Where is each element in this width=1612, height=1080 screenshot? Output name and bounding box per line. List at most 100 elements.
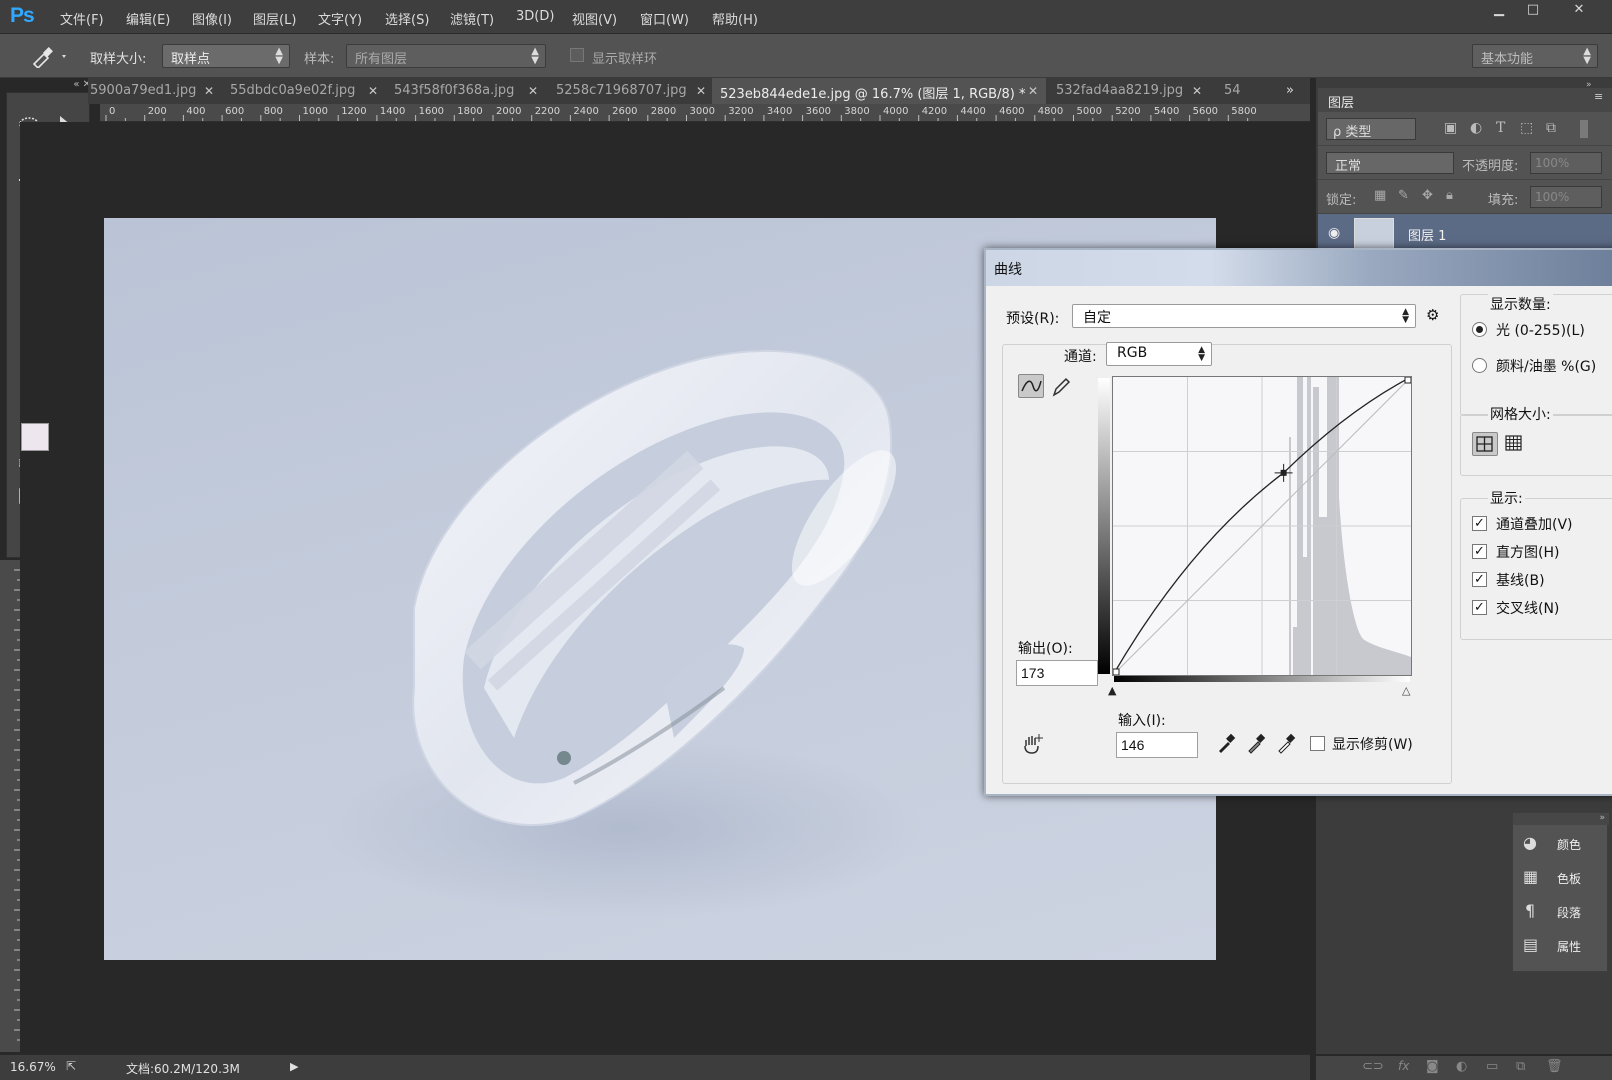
type-filter-icon[interactable]: T [1496,120,1505,136]
panel-menu-icon[interactable]: ≡ [1594,90,1603,103]
output-label: 输出(O): [1018,641,1073,657]
swatches-panel-button[interactable]: ▦ 色板 [1519,865,1605,891]
menu-edit[interactable]: 编辑(E) [126,9,170,28]
layer-name[interactable]: 图层 1 [1408,225,1446,244]
export-icon[interactable]: ⇱ [66,1059,76,1073]
ruler-tick-label: 0 [109,106,116,117]
channel-select[interactable]: RGB ▲ ▼ [1106,342,1212,366]
layer-filter-select[interactable]: ρ 类型 [1326,118,1416,140]
maximize-button[interactable]: □ [1516,0,1550,22]
detailed-grid-icon[interactable] [1502,432,1528,456]
menu-help[interactable]: 帮助(H) [712,9,758,28]
gray-eyedropper-icon[interactable] [1246,732,1268,754]
layers-panel-title[interactable]: 图层 [1328,92,1354,111]
pencil-draw-icon[interactable] [1050,376,1072,398]
blend-mode-value: 正常 [1335,159,1362,174]
output-input[interactable] [1016,660,1098,686]
menu-type[interactable]: 文字(Y) [318,9,362,28]
opacity-input[interactable]: 100% [1530,152,1602,174]
filter-toggle[interactable] [1580,120,1588,138]
delete-layer-icon[interactable]: 🗑︎ [1546,1059,1563,1074]
menu-layer[interactable]: 图层(L) [253,9,296,28]
shape-filter-icon[interactable]: ⬚ [1520,120,1533,136]
close-tab-icon[interactable]: ✕ [696,84,706,98]
intersection-checkbox[interactable]: ✓ [1472,600,1487,615]
light-radio[interactable] [1472,322,1487,337]
zoom-level[interactable]: 16.67% [10,1060,56,1074]
channel-overlay-checkbox[interactable]: ✓ [1472,516,1487,531]
close-tab-icon[interactable]: ✕ [1028,84,1038,98]
target-adjust-hand-icon[interactable] [1020,732,1046,756]
ruler-tick-label: 3600 [805,106,832,117]
menu-select[interactable]: 选择(S) [385,9,429,28]
fx-icon[interactable]: fx [1398,1059,1409,1073]
input-input[interactable] [1116,732,1198,758]
adjustment-layer-icon[interactable]: ◐ [1456,1059,1467,1074]
fill-input[interactable]: 100% [1530,186,1602,208]
properties-icon: ▤ [1523,935,1539,954]
close-tab-icon[interactable]: ✕ [528,84,538,98]
curves-titlebar[interactable]: 曲线 [986,250,1612,286]
close-tab-icon[interactable]: ✕ [368,84,378,98]
show-ring-checkbox[interactable] [570,48,584,62]
tab-document-4[interactable]: 5258c71968707.jpg ✕ [546,78,712,104]
curve-edit-tool-icon[interactable] [1018,374,1044,398]
lock-position-icon[interactable]: ✥ [1422,188,1433,203]
sample-select[interactable]: 所有图层 ▲ ▼ [346,44,546,68]
blend-mode-select[interactable]: 正常 [1326,152,1454,174]
visibility-eye-icon[interactable]: ◉ [1328,225,1340,241]
tab-document-3[interactable]: 543f58f0f368a.jpg ✕ [384,78,546,104]
lock-transparent-icon[interactable]: ▦ [1374,188,1386,203]
pigment-radio[interactable] [1472,358,1487,373]
tab-document-2[interactable]: 55dbdc0a9e02f.jpg ✕ [220,78,384,104]
menu-window[interactable]: 窗口(W) [640,9,689,28]
menu-filter[interactable]: 滤镜(T) [450,9,494,28]
grid-size-label: 网格大小: [1488,404,1553,424]
status-menu-arrow-icon[interactable]: ▶ [290,1060,298,1073]
tab-label: 532fad4aa8219.jpg [1056,83,1184,98]
properties-panel-button[interactable]: ▤ 属性 [1519,933,1605,959]
preset-select[interactable]: 自定 ▲ ▼ [1072,304,1416,328]
curve-white-point[interactable] [1404,377,1411,384]
paragraph-panel-button[interactable]: ¶ 段落 [1519,899,1605,925]
link-layers-icon[interactable]: ⊂⊃ [1362,1059,1384,1074]
histogram-checkbox[interactable]: ✓ [1472,544,1487,559]
white-point-slider-icon[interactable]: △ [1402,684,1410,697]
color-panel-button[interactable]: ◕ 颜色 [1519,831,1605,857]
show-clipping-checkbox[interactable] [1310,736,1325,751]
close-window-button[interactable]: ✕ [1556,0,1602,22]
add-mask-icon[interactable]: ◙ [1426,1059,1439,1074]
baseline-checkbox[interactable]: ✓ [1472,572,1487,587]
tab-overflow-icon[interactable]: » [1286,78,1306,104]
curve-graph[interactable] [1112,376,1412,676]
menu-view[interactable]: 视图(V) [572,9,617,28]
collapse-tools-icon[interactable]: « ✕ [7,79,91,91]
lock-image-icon[interactable]: ✎ [1398,188,1409,203]
tab-document-7[interactable]: 54 [1210,78,1260,104]
tab-document-active[interactable]: 523eb844ede1e.jpg @ 16.7% (图层 1, RGB/8) … [712,78,1046,104]
preset-options-gear-icon[interactable]: ⚙ [1426,306,1439,324]
tab-document-6[interactable]: 532fad4aa8219.jpg ✕ [1046,78,1210,104]
close-tab-icon[interactable]: ✕ [204,84,214,98]
adjustment-filter-icon[interactable]: ◐ [1470,120,1482,136]
minimize-button[interactable]: ▁ [1482,0,1516,22]
tab-document-1[interactable]: 5900a79ed1.jpg ✕ [88,78,220,104]
new-layer-icon[interactable]: ⧉ [1516,1059,1525,1074]
sample-size-select[interactable]: 取样点 ▲ ▼ [162,44,290,68]
close-tab-icon[interactable]: ✕ [1192,84,1202,98]
menu-file[interactable]: 文件(F) [60,9,104,28]
black-eyedropper-icon[interactable] [1216,732,1238,754]
lock-all-icon[interactable]: 🔒︎ [1446,188,1453,203]
menu-image[interactable]: 图像(I) [192,9,232,28]
white-eyedropper-icon[interactable] [1276,732,1298,754]
eyedropper-preset-icon[interactable] [30,44,70,68]
menu-3d[interactable]: 3D(D) [516,9,554,24]
pixel-filter-icon[interactable]: ▣ [1444,120,1457,136]
smart-object-filter-icon[interactable]: ⧉ [1546,120,1556,136]
black-point-slider-icon[interactable]: ▲ [1108,684,1116,697]
foreground-color-swatch[interactable] [21,423,49,451]
simple-grid-icon[interactable] [1472,432,1498,456]
workspace-select[interactable]: 基本功能 ▲ ▼ [1472,44,1598,68]
new-group-icon[interactable]: ▭ [1486,1059,1498,1074]
curve-black-point[interactable] [1113,668,1120,675]
